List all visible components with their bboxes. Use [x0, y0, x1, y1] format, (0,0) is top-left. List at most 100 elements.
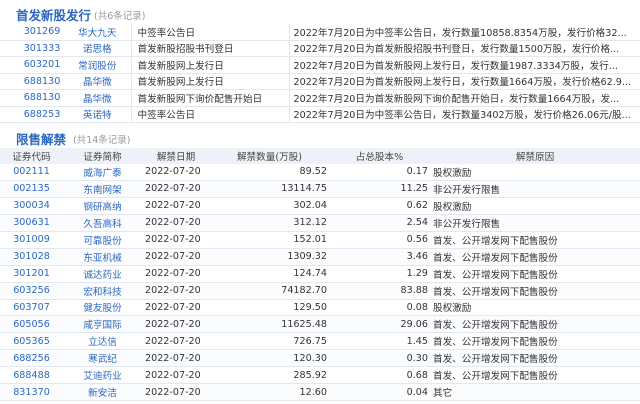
- stock-code-link[interactable]: 300034: [0, 197, 63, 215]
- stock-name-link[interactable]: 华大九天: [64, 24, 131, 41]
- unlock-shares-cell: 312.12: [210, 214, 329, 232]
- ipo-section-title: 首发新股发行: [16, 8, 92, 23]
- stock-name-link[interactable]: 东亚机械: [63, 248, 142, 266]
- stock-name-link[interactable]: 威海广泰: [63, 164, 142, 181]
- stock-name-link[interactable]: 寒武纪: [63, 349, 142, 368]
- stock-code-link[interactable]: 688253: [0, 106, 64, 123]
- table-row: 002111 威海广泰 2022-07-20 89.52 0.17 股权激励: [0, 164, 640, 181]
- column-header-pct: 占总股本%: [329, 148, 430, 164]
- table-row: 831370 新安洁 2022-07-20 12.60 0.04 其它: [0, 383, 640, 402]
- stock-code-link[interactable]: 688130: [0, 73, 64, 90]
- table-row: 688488 艾迪药业 2022-07-20 285.92 0.68 首发、公开…: [0, 366, 640, 385]
- unlock-date-cell: 2022-07-20: [142, 265, 210, 283]
- stock-name-link[interactable]: 常润股份: [64, 56, 131, 74]
- table-row: 603256 宏和科技 2022-07-20 74182.70 83.88 首发…: [0, 282, 640, 300]
- stock-code-link[interactable]: 301201: [0, 265, 63, 283]
- table-row: 688253 英诺特 中签率公告日 2022年7月20日为中签率公告日，发行数量…: [0, 106, 640, 123]
- stock-code-link[interactable]: 688130: [0, 89, 64, 107]
- unlock-reason-cell: 首发、公开增发网下配售股份: [430, 349, 640, 368]
- table-row: 301333 诺思格 首发新股招股书刊登日 2022年7月20日为首发新股招股书…: [0, 40, 640, 57]
- unlock-shares-cell: 11625.48: [210, 315, 329, 334]
- column-header-code: 证券代码: [0, 148, 63, 164]
- unlock-date-cell: 2022-07-20: [142, 349, 210, 368]
- stock-code-link[interactable]: 002135: [0, 180, 63, 198]
- unlock-table-body: 002111 威海广泰 2022-07-20 89.52 0.17 股权激励 0…: [0, 164, 640, 402]
- share-percent-cell: 11.25: [329, 180, 430, 198]
- unlock-reason-cell: 股权激励: [430, 299, 640, 317]
- share-percent-cell: 0.08: [329, 299, 430, 317]
- table-row: 301009 可靠股份 2022-07-20 152.01 0.56 首发、公开…: [0, 231, 640, 249]
- description-cell: 2022年7月20日为中签率公告日，发行数量10858.8354万股，发行价格3…: [288, 24, 640, 41]
- unlock-reason-cell: 非公开发行限售: [430, 180, 640, 198]
- stock-name-link[interactable]: 东南网架: [63, 180, 142, 198]
- stock-name-link[interactable]: 可靠股份: [63, 231, 142, 249]
- unlock-date-cell: 2022-07-20: [142, 197, 210, 215]
- unlock-shares-cell: 129.50: [210, 299, 329, 317]
- stock-name-link[interactable]: 宏和科技: [63, 282, 142, 300]
- unlock-reason-cell: 首发、公开增发网下配售股份: [430, 366, 640, 385]
- stock-code-link[interactable]: 603201: [0, 56, 64, 74]
- stock-name-link[interactable]: 晶华微: [64, 73, 131, 90]
- unlock-reason-cell: 首发、公开增发网下配售股份: [430, 265, 640, 283]
- share-percent-cell: 0.17: [329, 164, 430, 181]
- ipo-record-count: (共6条记录): [94, 11, 146, 22]
- stock-code-link[interactable]: 605365: [0, 332, 63, 351]
- unlock-reason-cell: 首发、公开增发网下配售股份: [430, 282, 640, 300]
- stock-code-link[interactable]: 688488: [0, 366, 63, 385]
- stock-name-link[interactable]: 晶华微: [64, 89, 131, 107]
- stock-code-link[interactable]: 002111: [0, 164, 63, 181]
- table-row: 301028 东亚机械 2022-07-20 1309.32 3.46 首发、公…: [0, 248, 640, 266]
- stock-name-link[interactable]: 诺思格: [64, 40, 131, 57]
- event-cell: 首发新股网下询价配售开始日: [130, 89, 289, 107]
- event-cell: 中签率公告日: [130, 106, 289, 123]
- stock-code-link[interactable]: 301333: [0, 40, 64, 57]
- stock-code-link[interactable]: 688256: [0, 349, 63, 368]
- stock-name-link[interactable]: 艾迪药业: [63, 366, 142, 385]
- ipo-section-header: 首发新股发行 (共6条记录): [0, 2, 640, 23]
- share-percent-cell: 1.45: [329, 332, 430, 351]
- unlock-reason-cell: 其它: [430, 383, 640, 402]
- unlock-date-cell: 2022-07-20: [142, 366, 210, 385]
- stock-code-link[interactable]: 300631: [0, 214, 63, 232]
- event-cell: 首发新股网上发行日: [130, 73, 289, 90]
- unlock-reason-cell: 股权激励: [430, 164, 640, 181]
- stock-name-link[interactable]: 英诺特: [64, 106, 131, 123]
- stock-name-link[interactable]: 钢研高纳: [63, 197, 142, 215]
- table-row: 603707 健友股份 2022-07-20 129.50 0.08 股权激励: [0, 299, 640, 317]
- stock-code-link[interactable]: 603256: [0, 282, 63, 300]
- stock-code-link[interactable]: 605056: [0, 315, 63, 334]
- table-row: 300034 钢研高纳 2022-07-20 302.04 0.62 股权激励: [0, 197, 640, 215]
- description-cell: 2022年7月20日为首发新股网下询价配售开始日，发行数量1664万股，发...: [288, 89, 640, 107]
- stock-code-link[interactable]: 301269: [0, 24, 64, 41]
- share-percent-cell: 29.06: [329, 315, 430, 334]
- unlock-date-cell: 2022-07-20: [142, 315, 210, 334]
- stock-name-link[interactable]: 诚达药业: [63, 265, 142, 283]
- share-percent-cell: 0.56: [329, 231, 430, 249]
- unlock-date-cell: 2022-07-20: [142, 282, 210, 300]
- table-row: 688130 晶华微 首发新股网下询价配售开始日 2022年7月20日为首发新股…: [0, 89, 640, 107]
- stock-code-link[interactable]: 603707: [0, 299, 63, 317]
- event-cell: 中签率公告日: [130, 24, 289, 41]
- unlock-reason-cell: 股权激励: [430, 197, 640, 215]
- unlock-reason-cell: 首发、公开增发网下配售股份: [430, 248, 640, 266]
- unlock-shares-cell: 12.60: [210, 383, 329, 402]
- share-percent-cell: 0.30: [329, 349, 430, 368]
- unlock-shares-cell: 302.04: [210, 197, 329, 215]
- unlock-shares-cell: 1309.32: [210, 248, 329, 266]
- table-row: 605365 立达信 2022-07-20 726.75 1.45 首发、公开增…: [0, 332, 640, 351]
- column-header-shares: 解禁数量(万股): [210, 148, 329, 164]
- stock-name-link[interactable]: 久吾高科: [63, 214, 142, 232]
- event-cell: 首发新股网上发行日: [130, 56, 289, 74]
- stock-name-link[interactable]: 新安洁: [63, 383, 142, 402]
- stock-code-link[interactable]: 301009: [0, 231, 63, 249]
- unlock-section-title: 限售解禁: [16, 132, 67, 147]
- stock-code-link[interactable]: 831370: [0, 383, 63, 402]
- unlock-date-cell: 2022-07-20: [142, 332, 210, 351]
- stock-name-link[interactable]: 健友股份: [63, 299, 142, 317]
- table-row: 300631 久吾高科 2022-07-20 312.12 2.54 非公开发行…: [0, 214, 640, 232]
- stock-name-link[interactable]: 立达信: [63, 332, 142, 351]
- stock-name-link[interactable]: 咸亨国际: [63, 315, 142, 334]
- stock-code-link[interactable]: 301028: [0, 248, 63, 266]
- ipo-table: 301269 华大九天 中签率公告日 2022年7月20日为中签率公告日，发行数…: [0, 24, 640, 123]
- unlock-reason-cell: 首发、公开增发网下配售股份: [430, 332, 640, 351]
